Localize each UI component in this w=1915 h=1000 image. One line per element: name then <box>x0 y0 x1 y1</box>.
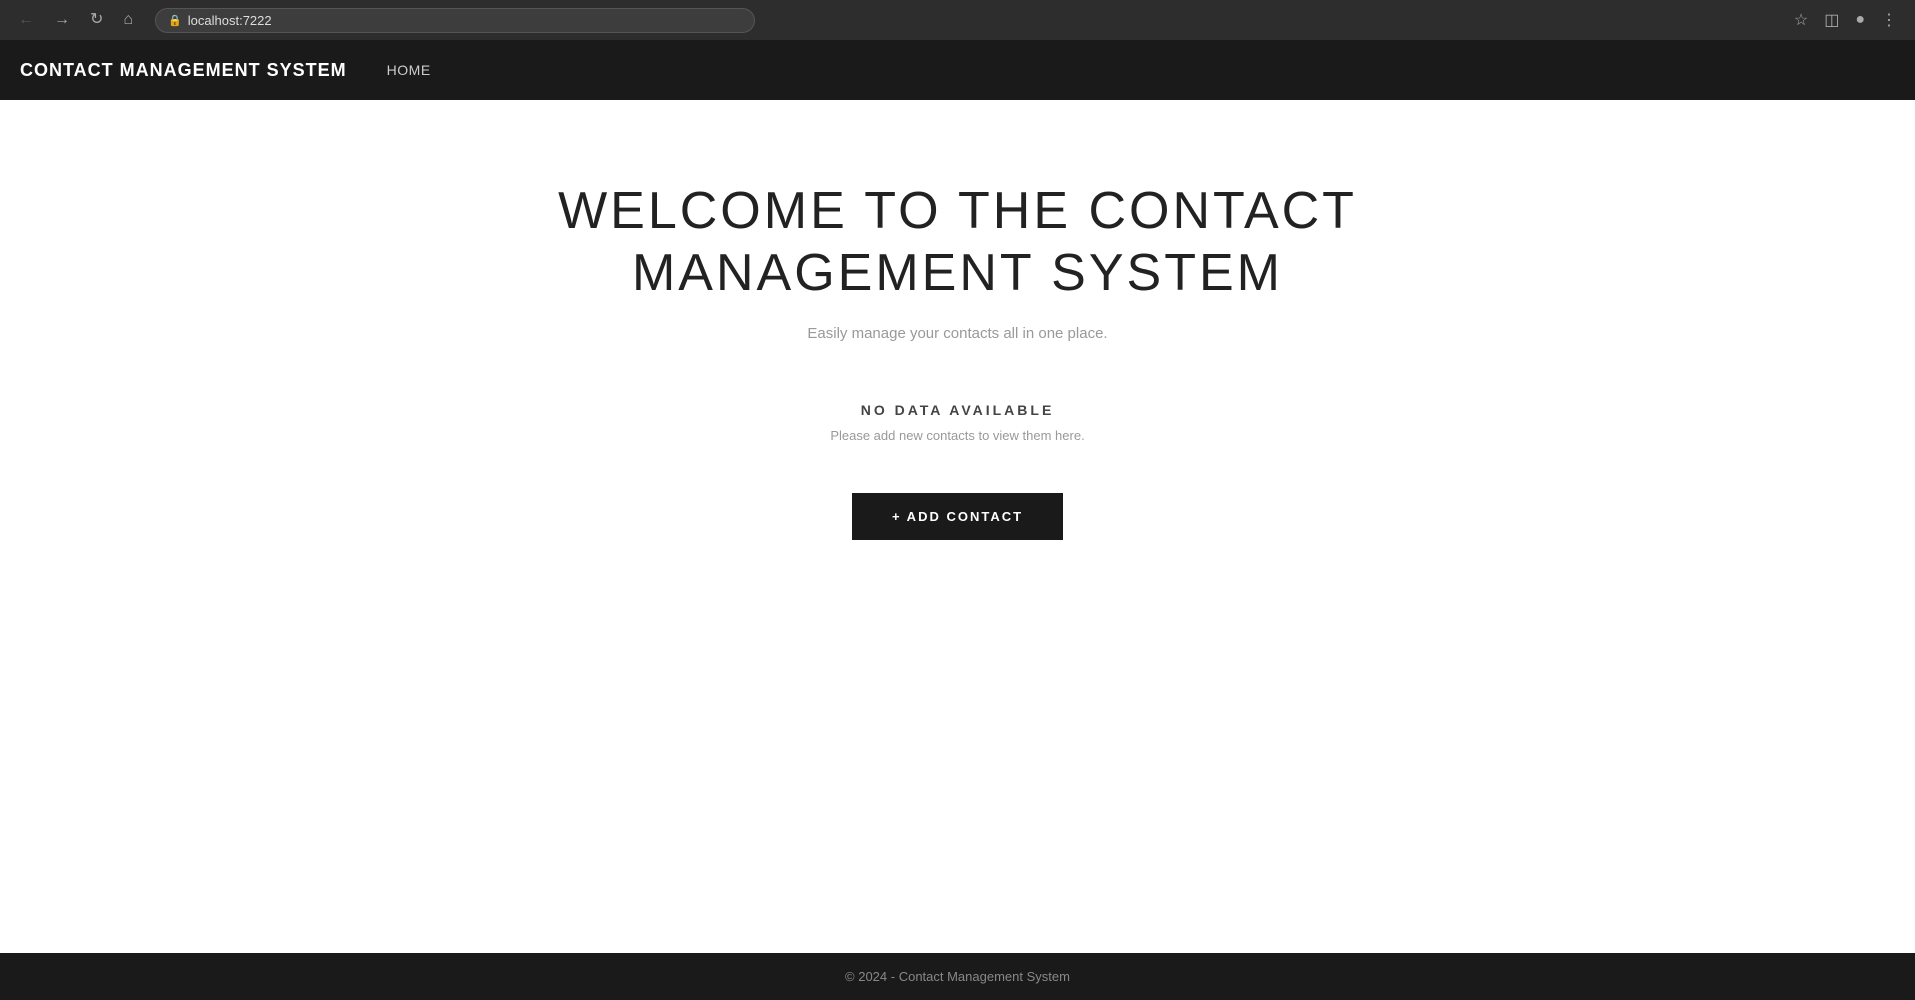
url-text: localhost:7222 <box>188 13 272 28</box>
footer-text: © 2024 - Contact Management System <box>845 969 1070 984</box>
empty-state-title: NO DATA AVAILABLE <box>861 402 1055 418</box>
bookmark-button[interactable]: ☆ <box>1788 6 1814 34</box>
add-contact-button[interactable]: + ADD CONTACT <box>852 493 1063 540</box>
nav-home[interactable]: HOME <box>387 62 431 78</box>
navbar-nav: HOME <box>387 62 431 78</box>
page-subtitle: Easily manage your contacts all in one p… <box>807 325 1107 342</box>
browser-chrome: ← → ↻ ⌂ 🔒 localhost:7222 ☆ ◫ ● ⋮ <box>0 0 1915 40</box>
menu-button[interactable]: ⋮ <box>1875 6 1903 34</box>
footer: © 2024 - Contact Management System <box>0 953 1915 1000</box>
main-content: WELCOME TO THE CONTACT MANAGEMENT SYSTEM… <box>0 100 1915 953</box>
browser-actions: ☆ ◫ ● ⋮ <box>1788 6 1903 34</box>
home-button[interactable]: ⌂ <box>117 8 139 32</box>
address-bar[interactable]: 🔒 localhost:7222 <box>155 8 755 33</box>
forward-button[interactable]: → <box>48 8 76 32</box>
page-title: WELCOME TO THE CONTACT MANAGEMENT SYSTEM <box>508 180 1408 305</box>
reload-button[interactable]: ↻ <box>84 8 109 32</box>
account-button[interactable]: ● <box>1849 7 1871 33</box>
app: CONTACT MANAGEMENT SYSTEM HOME WELCOME T… <box>0 40 1915 1000</box>
lock-icon: 🔒 <box>168 14 182 27</box>
extensions-button[interactable]: ◫ <box>1818 6 1845 34</box>
empty-state-subtitle: Please add new contacts to view them her… <box>830 428 1084 443</box>
empty-state: NO DATA AVAILABLE Please add new contact… <box>830 402 1084 443</box>
navbar: CONTACT MANAGEMENT SYSTEM HOME <box>0 40 1915 100</box>
navbar-brand: CONTACT MANAGEMENT SYSTEM <box>20 60 347 81</box>
back-button[interactable]: ← <box>12 8 40 32</box>
